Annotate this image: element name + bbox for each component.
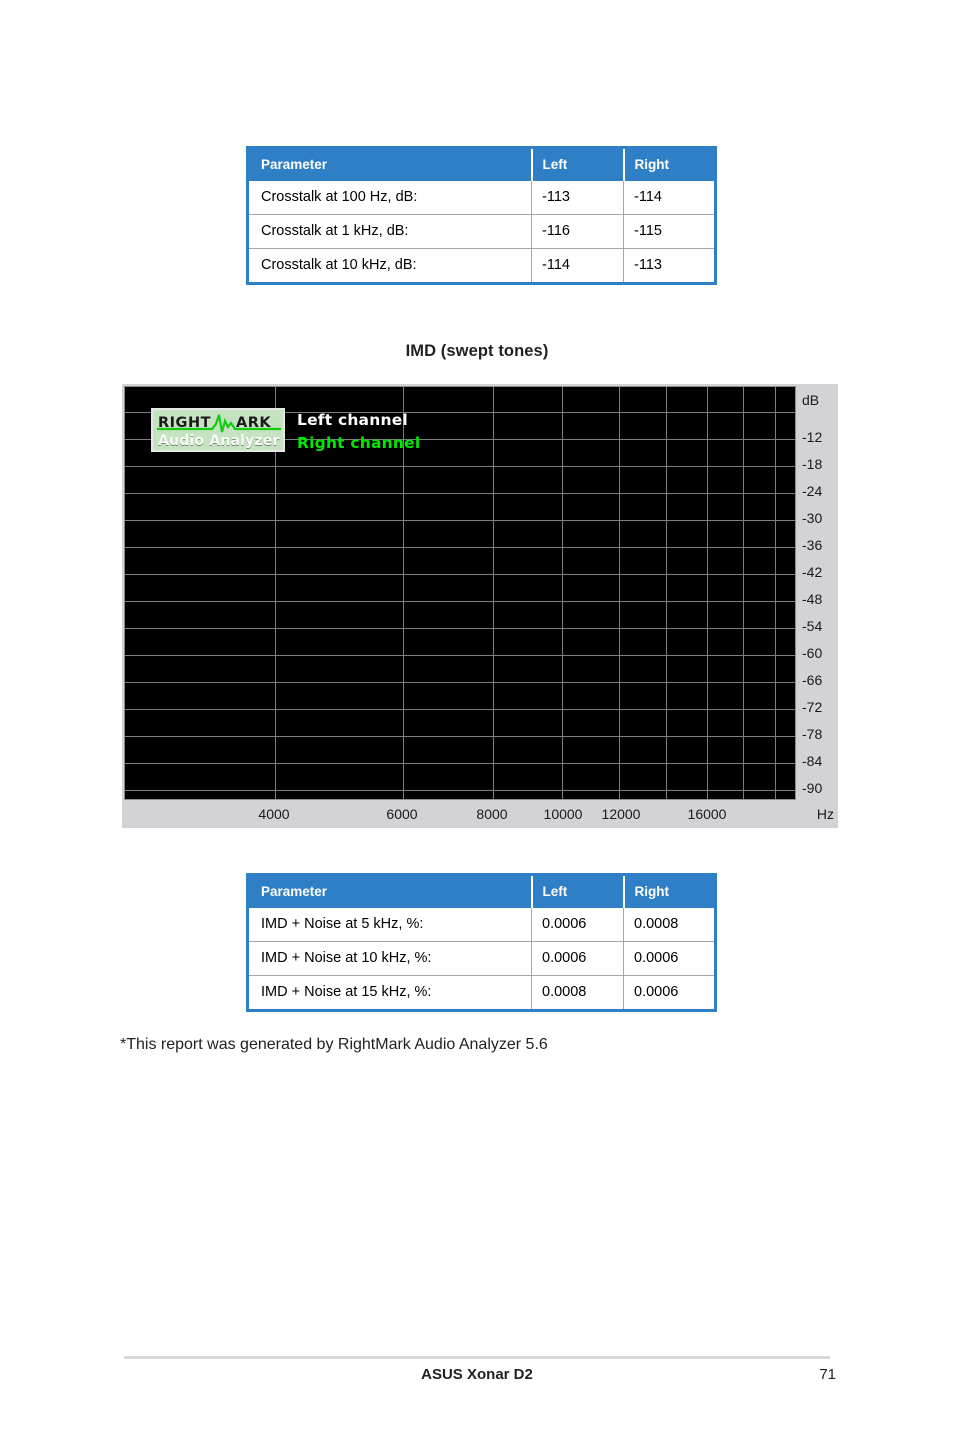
y-axis-tick-label: -84: [802, 753, 823, 769]
cell-parameter: IMD + Noise at 5 kHz, %:: [247, 908, 532, 942]
cell-left: -116: [531, 214, 624, 249]
y-axis-tick-label: -30: [802, 510, 823, 526]
y-axis-tick-label: -48: [802, 591, 823, 607]
y-axis-tick-label: -12: [802, 429, 823, 445]
chart-y-axis: dB -12 -18 -24 -30 -36 -42 -48 -54 -60 -…: [798, 384, 838, 822]
cell-parameter: Crosstalk at 10 kHz, dB:: [247, 248, 532, 284]
logo-subtitle: Audio Analyzer: [158, 433, 280, 449]
x-axis-tick-label: 16000: [687, 806, 727, 822]
cell-parameter: Crosstalk at 1 kHz, dB:: [247, 214, 532, 249]
gridline-vertical: [743, 387, 744, 799]
gridline-horizontal: [125, 601, 795, 602]
gridline-vertical: [493, 387, 494, 799]
footer-divider: [124, 1356, 830, 1359]
column-header-left: Left: [530, 147, 624, 181]
gridline-horizontal: [125, 493, 795, 494]
cell-right: -115: [623, 214, 716, 249]
cell-left: -114: [531, 248, 624, 284]
gridline-vertical: [562, 387, 563, 799]
gridline-horizontal: [125, 547, 795, 548]
table-row: Crosstalk at 10 kHz, dB: -114 -113: [247, 248, 716, 284]
gridline-horizontal: [125, 466, 795, 467]
chart-legend: Left channel Right channel: [297, 409, 420, 455]
column-header-left: Left: [530, 874, 624, 908]
x-axis-tick-label: 12000: [601, 806, 641, 822]
table-header-row: Parameter Left Right: [247, 874, 716, 908]
chart-title: IMD (swept tones): [405, 342, 549, 360]
x-axis-tick-label: 10000: [543, 806, 583, 822]
column-header-parameter: Parameter: [247, 147, 532, 181]
gridline-vertical: [775, 387, 776, 799]
table-row: IMD + Noise at 10 kHz, %: 0.0006 0.0006: [247, 941, 716, 976]
chart-plot-area: RIGHT ARK Audio Analyzer Left channel Ri…: [124, 386, 796, 800]
y-axis-tick-label: -90: [802, 780, 823, 796]
table-row: Crosstalk at 100 Hz, dB: -113 -114: [247, 181, 716, 215]
table-row: IMD + Noise at 15 kHz, %: 0.0008 0.0006: [247, 975, 716, 1011]
y-axis-tick-label: -42: [802, 564, 823, 580]
gridline-vertical: [707, 387, 708, 799]
report-note: *This report was generated by RightMark …: [120, 1036, 548, 1053]
cell-parameter: IMD + Noise at 15 kHz, %:: [247, 975, 532, 1011]
cell-right: 0.0008: [623, 908, 716, 942]
gridline-horizontal: [125, 628, 795, 629]
cell-right: 0.0006: [623, 975, 716, 1011]
crosstalk-table: Parameter Left Right Crosstalk at 100 Hz…: [246, 146, 717, 285]
y-axis-tick-label: -18: [802, 456, 823, 472]
y-axis-tick-label: -24: [802, 483, 823, 499]
gridline-horizontal: [125, 655, 795, 656]
y-axis-tick-label: -60: [802, 645, 823, 661]
column-header-right: Right: [622, 874, 716, 908]
cell-right: -113: [623, 248, 716, 284]
legend-item-left-channel: Left channel: [297, 411, 408, 429]
gridline-vertical: [666, 387, 667, 799]
x-axis-tick-label: 4000: [258, 806, 290, 822]
table-row: IMD + Noise at 5 kHz, %: 0.0006 0.0008: [247, 908, 716, 942]
imd-noise-table: Parameter Left Right IMD + Noise at 5 kH…: [246, 873, 717, 1012]
cell-left: -113: [531, 181, 624, 215]
gridline-horizontal: [125, 790, 795, 791]
gridline-horizontal: [125, 682, 795, 683]
logo-top-row: RIGHT ARK: [153, 412, 283, 433]
cell-parameter: Crosstalk at 100 Hz, dB:: [247, 181, 532, 215]
table-header-row: Parameter Left Right: [247, 147, 716, 181]
footer-page-number: 71: [819, 1366, 836, 1383]
footer-product-title: ASUS Xonar D2: [421, 1366, 533, 1383]
cell-parameter: IMD + Noise at 10 kHz, %:: [247, 941, 532, 976]
gridline-horizontal: [125, 520, 795, 521]
cell-left: 0.0006: [531, 908, 624, 942]
gridline-vertical: [619, 387, 620, 799]
y-axis-tick-label: -66: [802, 672, 823, 688]
y-axis-tick-label: -72: [802, 699, 823, 715]
legend-item-right-channel: Right channel: [297, 434, 421, 452]
y-axis-tick-label: -54: [802, 618, 823, 634]
gridline-horizontal: [125, 574, 795, 575]
column-header-right: Right: [622, 147, 716, 181]
gridline-horizontal: [125, 709, 795, 710]
cell-left: 0.0008: [531, 975, 624, 1011]
cell-left: 0.0006: [531, 941, 624, 976]
gridline-horizontal: [125, 763, 795, 764]
y-axis-tick-label: -78: [802, 726, 823, 742]
cell-right: -114: [623, 181, 716, 215]
x-axis-tick-label: 8000: [476, 806, 508, 822]
table-row: Crosstalk at 1 kHz, dB: -116 -115: [247, 214, 716, 249]
imd-chart: RIGHT ARK Audio Analyzer Left channel Ri…: [122, 384, 838, 828]
y-axis-tick-label: -36: [802, 537, 823, 553]
rightmark-audio-analyzer-logo: RIGHT ARK Audio Analyzer: [151, 408, 285, 452]
x-axis-tick-label: 6000: [386, 806, 418, 822]
gridline-horizontal: [125, 736, 795, 737]
chart-x-axis: 4000 6000 8000 10000 12000 16000 Hz: [122, 802, 838, 828]
y-axis-unit-label: dB: [802, 392, 820, 408]
cell-right: 0.0006: [623, 941, 716, 976]
column-header-parameter: Parameter: [247, 874, 532, 908]
x-axis-unit-label: Hz: [816, 806, 834, 822]
